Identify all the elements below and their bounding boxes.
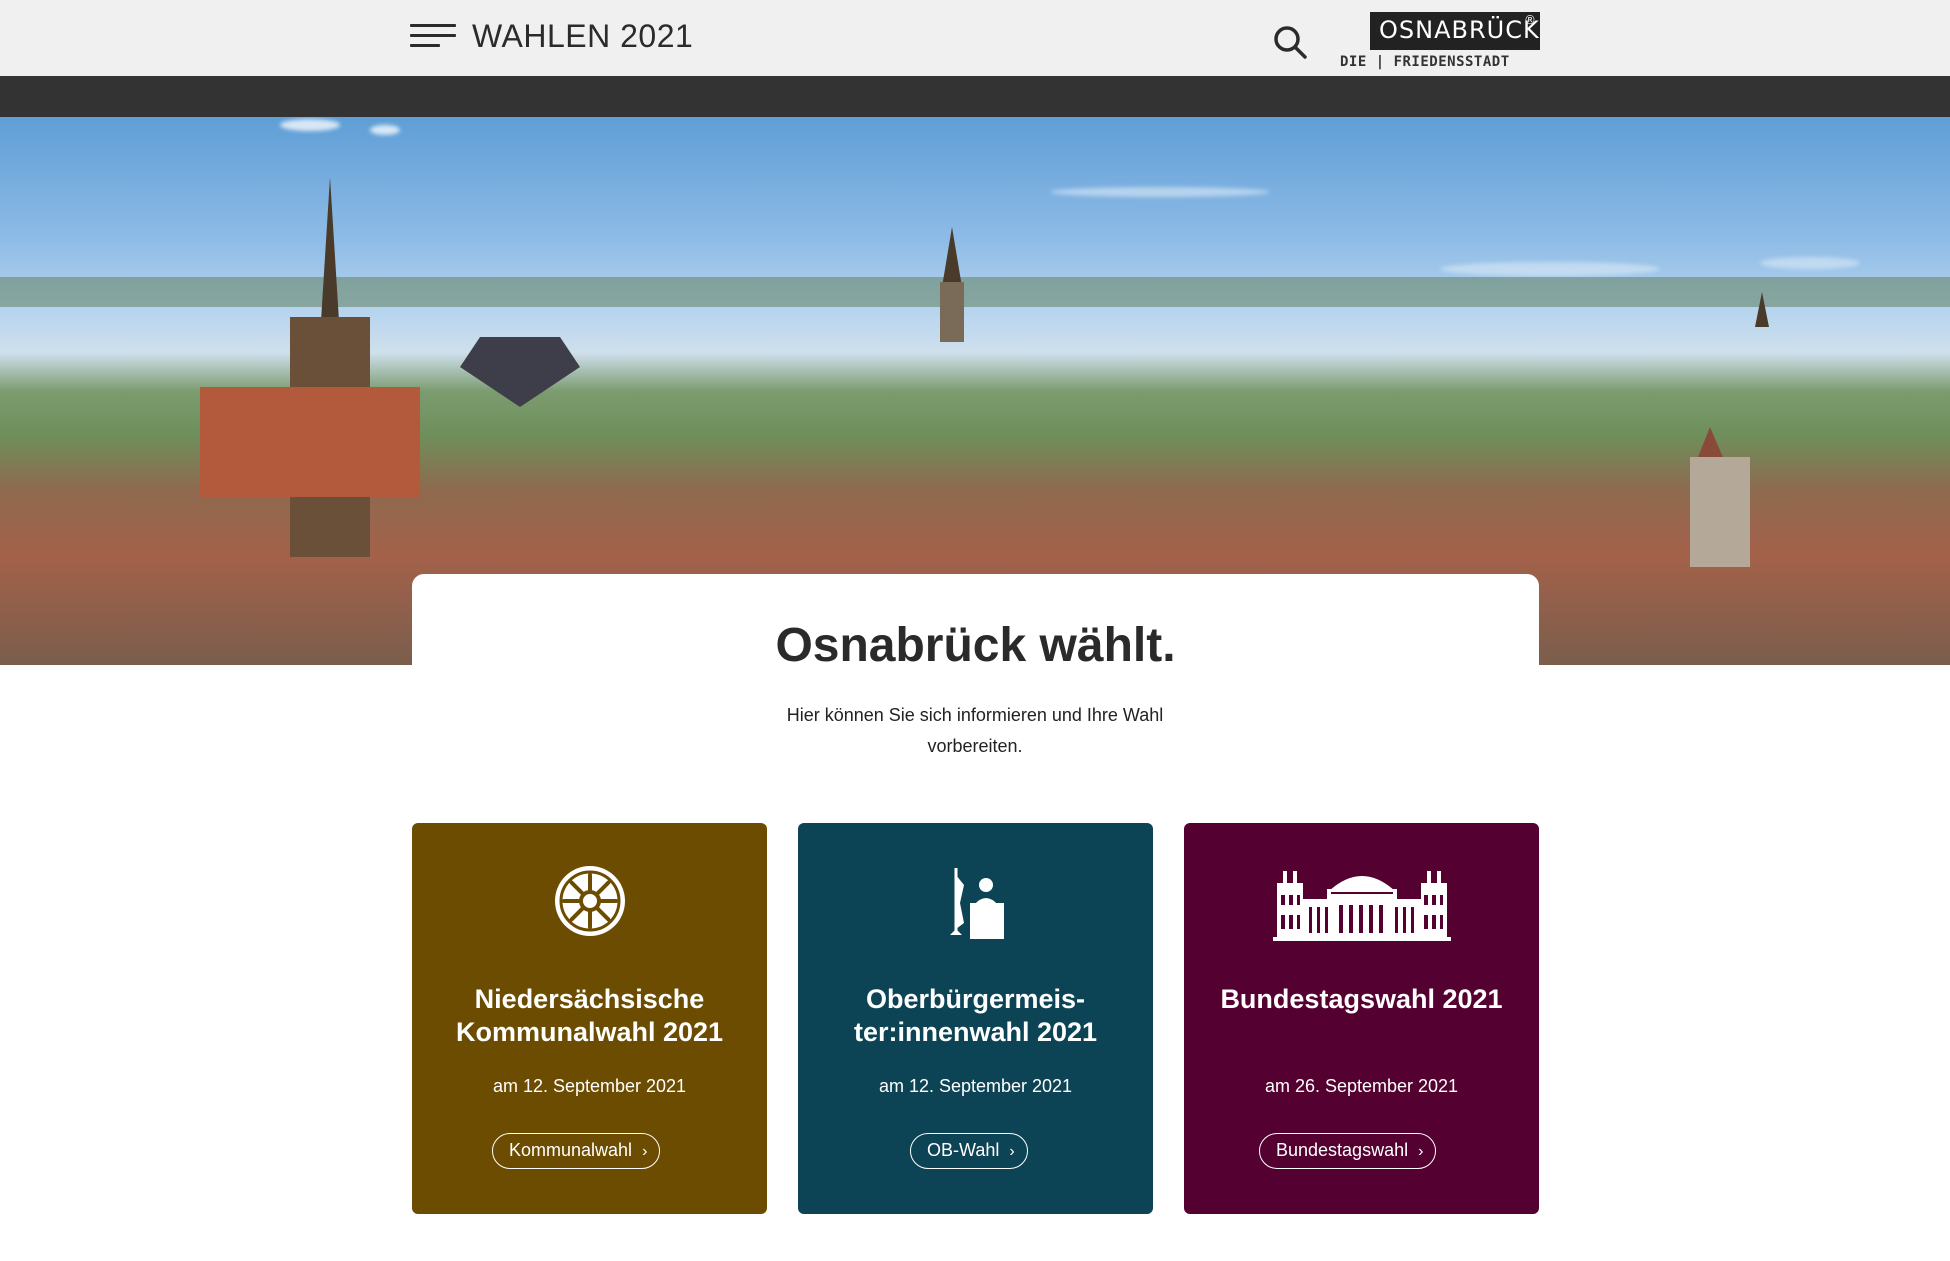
kommunalwahl-button[interactable]: Kommunalwahl › (492, 1133, 661, 1169)
chevron-right-icon: › (642, 1143, 648, 1160)
search-icon[interactable] (1272, 24, 1308, 60)
chevron-right-icon: › (1418, 1143, 1424, 1160)
mayor-desk-icon (798, 863, 1153, 953)
election-card-bundestagswahl[interactable]: Bundestagswahl 2021 am 26. September 202… (1184, 823, 1539, 1214)
card-title: Oberbürgermeis-ter:innenwahl 2021 (853, 984, 1098, 1047)
sub-navigation-bar (0, 76, 1950, 117)
bundestagswahl-button[interactable]: Bundestagswahl › (1259, 1133, 1437, 1169)
election-card-ob-wahl[interactable]: Oberbürgermeis-ter:innenwahl 2021 am 12.… (798, 823, 1153, 1214)
wheel-coat-of-arms-icon (412, 863, 767, 953)
ob-wahl-button[interactable]: OB-Wahl › (910, 1133, 1028, 1169)
button-label: Kommunalwahl (509, 1140, 633, 1160)
card-title: Niedersächsische Kommunalwahl 2021 (455, 984, 724, 1047)
card-date: am 26. September 2021 (1264, 1076, 1459, 1096)
menu-icon[interactable] (410, 20, 460, 52)
button-label: Bundestagswahl (1276, 1140, 1409, 1160)
logo-wordmark: OSNABRÜCK ® (1370, 12, 1540, 50)
site-title[interactable]: WAHLEN 2021 (472, 18, 693, 55)
card-date: am 12. September 2021 (492, 1076, 687, 1096)
reichstag-icon (1184, 863, 1539, 953)
election-card-kommunalwahl[interactable]: Niedersächsische Kommunalwahl 2021 am 12… (412, 823, 767, 1214)
intro-text: Hier können Sie sich informieren und Ihr… (786, 705, 1164, 756)
card-title: Bundestagswahl 2021 (1220, 984, 1503, 1014)
button-label: OB-Wahl (927, 1140, 1000, 1160)
page-title: Osnabrück wählt. (775, 619, 1176, 672)
top-bar: WAHLEN 2021 OSNABRÜCK ® DIE | FRIEDENSST… (0, 0, 1950, 76)
chevron-right-icon: › (1009, 1143, 1015, 1160)
logo-tagline: DIE | FRIEDENSSTADT (1340, 54, 1510, 70)
osnabrueck-logo[interactable]: OSNABRÜCK ® DIE | FRIEDENSSTADT (1340, 12, 1540, 74)
card-date: am 12. September 2021 (878, 1076, 1073, 1096)
